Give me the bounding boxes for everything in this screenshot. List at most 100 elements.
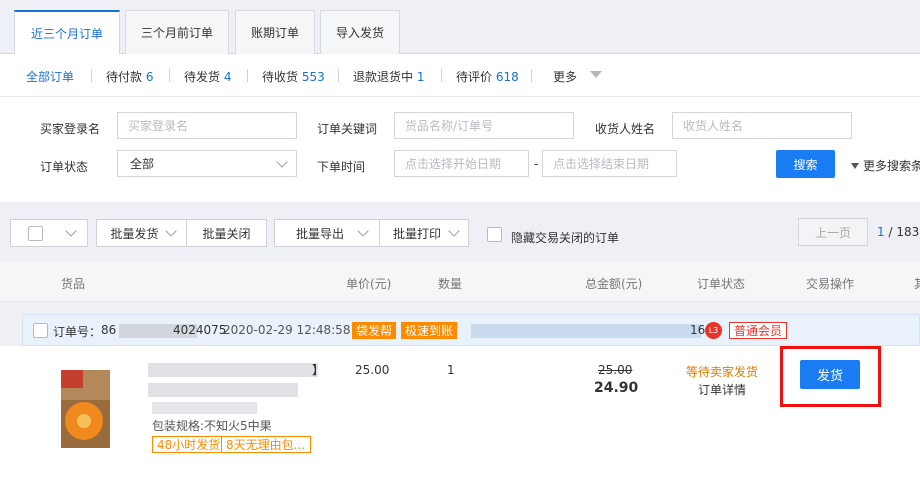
order-number-prefix: 86 xyxy=(101,323,117,337)
col-unit-price: 单价(元) xyxy=(346,277,392,291)
buyer-suffix: 16 xyxy=(690,323,706,337)
receiver-input[interactable]: 收货人姓名 xyxy=(672,112,852,139)
batch-print-button[interactable]: 批量打印 xyxy=(379,219,469,247)
tab-recent-orders[interactable]: 近三个月订单 xyxy=(14,10,120,55)
tag-daifabang: 袋发帮 xyxy=(352,322,397,339)
caret-down-icon[interactable] xyxy=(590,71,602,78)
current-page: 1 xyxy=(877,225,885,239)
chevron-down-icon xyxy=(165,225,177,237)
date-range-separator: - xyxy=(534,157,539,171)
batch-close-button[interactable]: 批量关闭 xyxy=(186,219,267,247)
product-spec: 包装规格:不知火5中果 xyxy=(152,419,272,433)
batch-export-button[interactable]: 批量导出 xyxy=(274,219,380,247)
tag-fast-payout: 极速到账 xyxy=(401,322,458,339)
masked-product-subtitle xyxy=(148,383,298,397)
badge-8day-return: 8天无理由包... xyxy=(221,436,311,453)
keyword-label: 订单关键词 xyxy=(317,122,378,136)
status-more[interactable]: 更多 xyxy=(553,68,577,85)
divider xyxy=(169,69,170,82)
order-status-text: 等待卖家发货 xyxy=(686,365,759,379)
search-button[interactable]: 搜索 xyxy=(776,150,835,178)
order-tabs: 近三个月订单 三个月前订单 账期订单 导入发货 xyxy=(0,0,920,55)
col-goods: 货品 xyxy=(61,277,86,291)
caret-down-icon xyxy=(851,163,859,169)
divider xyxy=(441,69,442,82)
status-to-review[interactable]: 待评价 618 xyxy=(456,68,519,85)
tab-label: 三个月前订单 xyxy=(140,26,213,40)
col-extra: 其 xyxy=(914,275,920,292)
order-number-suffix: 4024075 xyxy=(173,323,227,337)
masked-buyer-name xyxy=(471,324,701,338)
order-number-label: 订单号： xyxy=(53,325,102,339)
status-count: 4 xyxy=(223,70,232,84)
button-label: 批量发货 xyxy=(110,226,159,241)
tab-label: 账期订单 xyxy=(250,26,299,40)
status-count: 1 xyxy=(416,70,425,84)
status-to-receive[interactable]: 待收货 553 xyxy=(262,68,325,85)
total-pages: / 183 xyxy=(888,225,920,239)
start-date-input[interactable]: 点击选择开始日期 xyxy=(394,150,529,177)
tab-credit-orders[interactable]: 账期订单 xyxy=(235,10,315,54)
product-title-fragment: 】 xyxy=(312,363,325,377)
status-label: 待评价 xyxy=(456,70,493,84)
divider xyxy=(531,69,532,82)
order-checkbox[interactable] xyxy=(33,323,48,338)
masked-product-attr xyxy=(152,402,257,414)
member-badge: 普通会员 xyxy=(729,322,788,339)
order-list-header: 货品 单价(元) 数量 总金额(元) 订单状态 交易操作 其 xyxy=(0,262,920,302)
divider xyxy=(338,69,339,82)
tab-label: 近三个月订单 xyxy=(30,27,103,41)
select-all-checkbox[interactable] xyxy=(28,226,43,241)
masked-product-title xyxy=(148,363,318,377)
button-label: 批量关闭 xyxy=(202,226,251,241)
tab-older-orders[interactable]: 三个月前订单 xyxy=(125,10,229,54)
divider xyxy=(247,69,248,82)
tab-import-ship[interactable]: 导入发货 xyxy=(320,10,400,54)
hide-closed-checkbox[interactable] xyxy=(487,227,502,242)
keyword-input[interactable]: 货品名称/订单号 xyxy=(394,112,574,139)
more-search-label: 更多搜索条 xyxy=(863,159,920,173)
page-indicator: 1 / 183 xyxy=(877,225,919,239)
more-search-toggle[interactable]: 更多搜索条 xyxy=(851,157,920,174)
status-count: 6 xyxy=(145,70,154,84)
status-all[interactable]: 全部订单 xyxy=(26,68,74,85)
button-label: 批量打印 xyxy=(392,226,441,241)
order-time-label: 下单时间 xyxy=(317,160,366,174)
ship-button[interactable]: 发货 xyxy=(800,360,860,389)
hide-closed-label: 隐藏交易关闭的订单 xyxy=(511,231,620,245)
buyer-login-input[interactable]: 买家登录名 xyxy=(117,112,297,139)
status-refunding[interactable]: 退款退货中 1 xyxy=(353,68,424,85)
col-total: 总金额(元) xyxy=(585,277,643,291)
col-quantity: 数量 xyxy=(438,277,463,291)
status-count: 618 xyxy=(495,70,519,84)
receiver-label: 收货人姓名 xyxy=(595,122,656,136)
select-value: 全部 xyxy=(130,157,155,171)
total-amount: 24.90 xyxy=(594,380,639,396)
original-total: 25.00 xyxy=(598,363,633,377)
order-status-select[interactable]: 全部 xyxy=(117,150,297,177)
button-label: 批量导出 xyxy=(295,226,344,241)
batch-toolbar: 批量发货 批量关闭 批量导出 批量打印 隐藏交易关闭的订单 xyxy=(0,202,920,262)
end-date-input[interactable]: 点击选择结束日期 xyxy=(542,150,677,177)
product-image[interactable] xyxy=(61,370,110,448)
col-status: 订单状态 xyxy=(697,277,746,291)
order-detail-link[interactable]: 订单详情 xyxy=(698,381,746,398)
prev-page-button[interactable]: 上一页 xyxy=(798,218,868,246)
filter-panel: 全部订单 待付款 6 待发货 4 待收货 553 退款退货中 1 待评价 618… xyxy=(0,54,920,202)
order-datetime: 2020-02-29 12:48:58 xyxy=(223,323,351,337)
unit-price: 25.00 xyxy=(355,363,390,377)
status-unpaid[interactable]: 待付款 6 xyxy=(106,68,153,85)
chevron-down-icon xyxy=(276,156,288,168)
batch-ship-button[interactable]: 批量发货 xyxy=(96,219,187,247)
chevron-down-icon xyxy=(448,225,460,237)
chevron-down-icon xyxy=(357,225,369,237)
status-label: 待收货 xyxy=(262,70,299,84)
badge-48h-ship: 48小时发货 xyxy=(152,436,226,453)
buyer-login-label: 买家登录名 xyxy=(40,122,101,136)
status-to-ship[interactable]: 待发货 4 xyxy=(184,68,231,85)
select-all-dropdown[interactable] xyxy=(10,219,88,247)
status-label: 待发货 xyxy=(184,70,221,84)
buyer-level-badge: L3 xyxy=(705,322,722,339)
chevron-down-icon xyxy=(65,225,77,237)
status-label: 待付款 xyxy=(106,70,143,84)
